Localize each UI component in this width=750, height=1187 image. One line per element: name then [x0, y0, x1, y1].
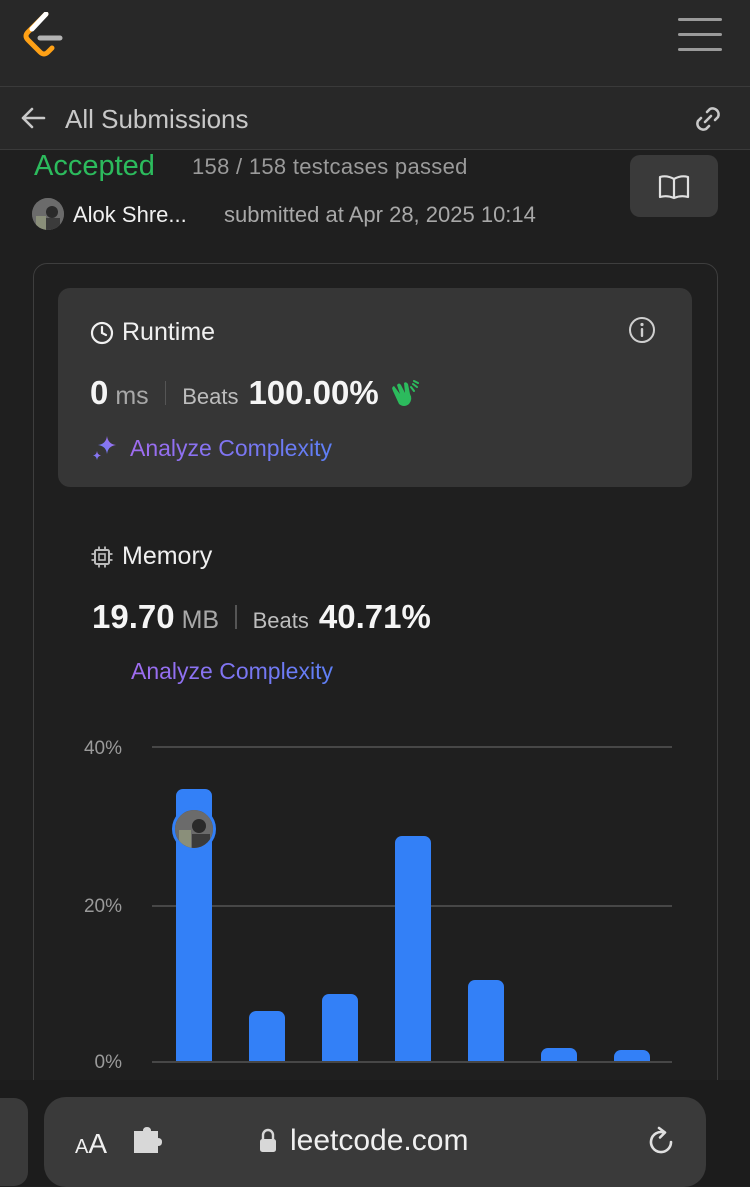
all-submissions-link[interactable]: All Submissions: [65, 104, 249, 135]
runtime-unit: ms: [115, 382, 149, 410]
address-bar[interactable]: AA leetcode.com: [44, 1097, 706, 1187]
previous-tab-pill[interactable]: [0, 1098, 28, 1186]
distribution-bar[interactable]: [468, 979, 504, 1061]
reader-settings-button[interactable]: AA: [75, 1128, 107, 1160]
top-bar: [0, 0, 750, 87]
submitted-time: submitted at Apr 28, 2025 10:14: [224, 202, 536, 227]
runtime-beats-label: Beats: [182, 384, 239, 409]
link-icon[interactable]: [690, 101, 726, 137]
lock-icon: [260, 1128, 276, 1152]
divider: [235, 605, 237, 629]
extension-icon[interactable]: [132, 1127, 166, 1155]
status-accepted: Accepted: [34, 150, 155, 182]
chip-icon: [91, 546, 113, 567]
runtime-analyze-complexity[interactable]: Analyze Complexity: [90, 433, 332, 463]
info-icon[interactable]: [628, 316, 656, 344]
memory-analyze-complexity[interactable]: Analyze Complexity: [131, 658, 333, 685]
runtime-card[interactable]: Runtime 0 ms Beats 100.00% Analyze Compl…: [58, 288, 692, 487]
runtime-metric: 0 ms Beats 100.00%: [90, 374, 421, 412]
y-tick-label: 20%: [83, 896, 122, 917]
runtime-value: 0: [90, 374, 109, 411]
runtime-beats-value: 100.00%: [248, 374, 379, 411]
runtime-label: Runtime: [122, 318, 216, 346]
memory-distribution-chart: 40% 20% 0%: [60, 730, 700, 1082]
distribution-bar[interactable]: [614, 1049, 650, 1061]
gridline: [152, 746, 672, 748]
gridline: [152, 1061, 672, 1063]
browser-toolbar: AA leetcode.com: [0, 1080, 750, 1187]
sparkle-icon: [93, 436, 116, 460]
distribution-bar[interactable]: [395, 835, 431, 1061]
memory-value: 19.70: [92, 598, 175, 635]
book-icon: [658, 175, 690, 200]
clock-icon: [90, 321, 114, 344]
testcases-passed: 158 / 158 testcases passed: [192, 154, 468, 179]
memory-beats-label: Beats: [252, 608, 309, 633]
your-submission-avatar[interactable]: [172, 807, 216, 852]
memory-metric: 19.70 MB Beats 40.71%: [92, 598, 431, 636]
memory-header: Memory: [90, 542, 212, 571]
memory-beats-value: 40.71%: [318, 598, 431, 635]
distribution-bar[interactable]: [541, 1048, 577, 1061]
leetcode-logo[interactable]: [22, 12, 66, 60]
hamburger-icon[interactable]: [678, 18, 722, 52]
avatar[interactable]: [32, 198, 64, 230]
memory-unit: MB: [181, 606, 220, 634]
memory-label: Memory: [122, 542, 213, 570]
clapping-hands-icon: [391, 380, 419, 406]
divider: [164, 381, 167, 405]
author-name[interactable]: Alok Shre...: [73, 202, 187, 228]
analyze-complexity-link[interactable]: Analyze Complexity: [130, 435, 332, 462]
distribution-bar[interactable]: [322, 994, 358, 1061]
y-tick-label: 40%: [83, 738, 122, 759]
submissions-bar: All Submissions: [0, 87, 750, 150]
url-text[interactable]: leetcode.com: [290, 1124, 468, 1158]
distribution-bar[interactable]: [249, 1010, 285, 1061]
runtime-header: Runtime: [90, 318, 215, 347]
reload-icon[interactable]: [644, 1125, 678, 1159]
y-tick-label: 0%: [94, 1052, 122, 1073]
editorial-button[interactable]: [630, 155, 718, 217]
arrow-left-icon[interactable]: [18, 103, 48, 133]
